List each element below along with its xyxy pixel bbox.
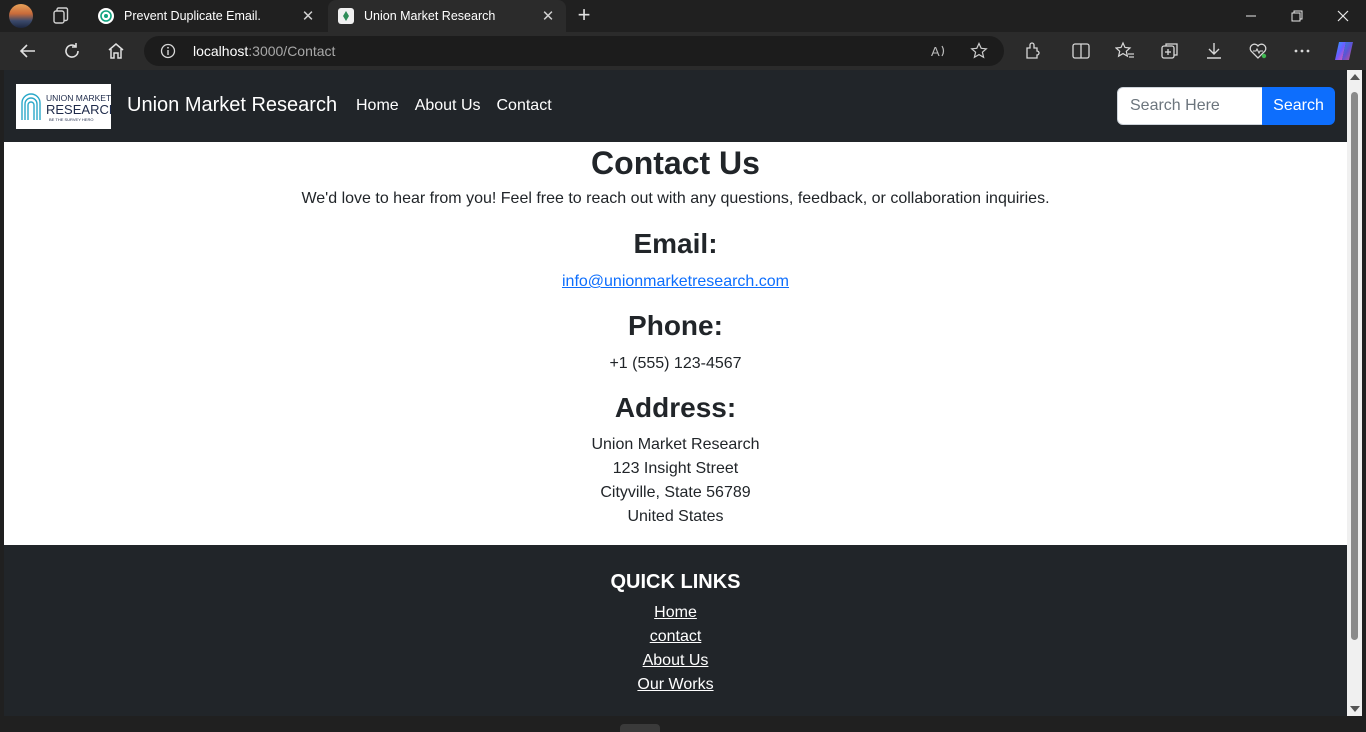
split-screen-icon[interactable] xyxy=(1071,41,1091,61)
workspaces-icon[interactable] xyxy=(51,6,71,26)
close-tab-icon[interactable]: ✕ xyxy=(538,7,558,25)
browser-essentials-icon[interactable] xyxy=(1248,41,1268,61)
back-icon[interactable] xyxy=(14,38,42,64)
union-market-favicon-icon xyxy=(338,8,354,24)
refresh-icon[interactable] xyxy=(58,38,86,64)
web-page: UNION MARKET RESEARCH BE THE SURVEY HERO… xyxy=(4,70,1347,716)
intro-text: We'd love to hear from you! Feel free to… xyxy=(301,190,1050,207)
nav-link-about[interactable]: About Us xyxy=(415,97,481,115)
site-footer: QUICK LINKS Home contact About Us Our Wo… xyxy=(4,545,1347,716)
copilot-icon[interactable] xyxy=(1332,39,1356,63)
favorites-icon[interactable] xyxy=(1115,41,1135,61)
minimize-icon[interactable] xyxy=(1228,0,1274,32)
logo-text-research: RESEARCH xyxy=(46,102,111,117)
svg-text:A: A xyxy=(931,44,940,59)
collections-icon[interactable] xyxy=(1160,41,1180,61)
site-navbar: UNION MARKET RESEARCH BE THE SURVEY HERO… xyxy=(4,70,1347,142)
chatgpt-favicon-icon xyxy=(98,8,114,24)
site-logo[interactable]: UNION MARKET RESEARCH BE THE SURVEY HERO xyxy=(16,84,118,129)
address-line: 123 Insight Street xyxy=(612,460,739,477)
tab-union-market-research[interactable]: Union Market Research ✕ xyxy=(328,0,566,32)
page-title: Contact Us xyxy=(591,145,760,181)
footer-link-home[interactable]: Home xyxy=(4,604,1347,622)
page-scrollbar[interactable] xyxy=(1347,70,1362,716)
bottom-handle xyxy=(620,724,660,732)
favorite-star-icon[interactable] xyxy=(970,42,988,60)
footer-link-our-works[interactable]: Our Works xyxy=(4,676,1347,694)
site-info-icon[interactable] xyxy=(160,43,176,59)
phone-heading: Phone: xyxy=(628,310,723,341)
phone-number: +1 (555) 123-4567 xyxy=(609,355,742,372)
extensions-icon[interactable] xyxy=(1023,41,1043,61)
new-tab-icon[interactable]: + xyxy=(573,4,595,26)
profile-avatar[interactable] xyxy=(9,4,33,28)
search-button[interactable]: Search xyxy=(1262,87,1335,125)
address-bar[interactable]: localhost:3000/Contact A xyxy=(144,36,1004,66)
logo-tagline: BE THE SURVEY HERO xyxy=(49,117,93,122)
search-input[interactable] xyxy=(1117,87,1263,125)
address-line: United States xyxy=(627,508,724,525)
window-bottom-edge xyxy=(0,716,1366,732)
email-link[interactable]: info@unionmarketresearch.com xyxy=(562,273,789,290)
close-window-icon[interactable] xyxy=(1320,0,1366,32)
close-tab-icon[interactable]: ✕ xyxy=(298,7,318,25)
address-line: Cityville, State 56789 xyxy=(600,484,751,501)
restore-icon[interactable] xyxy=(1274,0,1320,32)
tab-prevent-duplicate-email[interactable]: Prevent Duplicate Email. ✕ xyxy=(88,0,326,32)
browser-toolbar: localhost:3000/Contact A xyxy=(0,32,1366,70)
tab-title: Union Market Research xyxy=(364,9,496,23)
read-aloud-icon[interactable]: A xyxy=(930,42,948,60)
footer-link-about[interactable]: About Us xyxy=(4,652,1347,670)
address-heading: Address: xyxy=(614,392,737,423)
site-brand[interactable]: Union Market Research xyxy=(127,94,337,117)
url-text: localhost:3000/Contact xyxy=(193,43,336,59)
browser-tab-bar: Prevent Duplicate Email. ✕ Union Market … xyxy=(0,0,1366,32)
footer-link-contact[interactable]: contact xyxy=(4,628,1347,646)
home-icon[interactable] xyxy=(102,38,130,64)
main-nav: Home About Us Contact xyxy=(356,97,568,115)
nav-link-home[interactable]: Home xyxy=(356,97,399,115)
downloads-icon[interactable] xyxy=(1204,41,1224,61)
scrollbar-thumb[interactable] xyxy=(1351,92,1358,640)
tab-title: Prevent Duplicate Email. xyxy=(124,9,261,23)
scroll-down-icon[interactable] xyxy=(1350,706,1360,712)
quick-links-heading: QUICK LINKS xyxy=(610,571,741,593)
nav-link-contact[interactable]: Contact xyxy=(497,97,552,115)
email-heading: Email: xyxy=(633,228,718,259)
address-line: Union Market Research xyxy=(591,436,760,453)
more-options-icon[interactable] xyxy=(1292,41,1312,61)
scroll-up-icon[interactable] xyxy=(1350,74,1360,80)
